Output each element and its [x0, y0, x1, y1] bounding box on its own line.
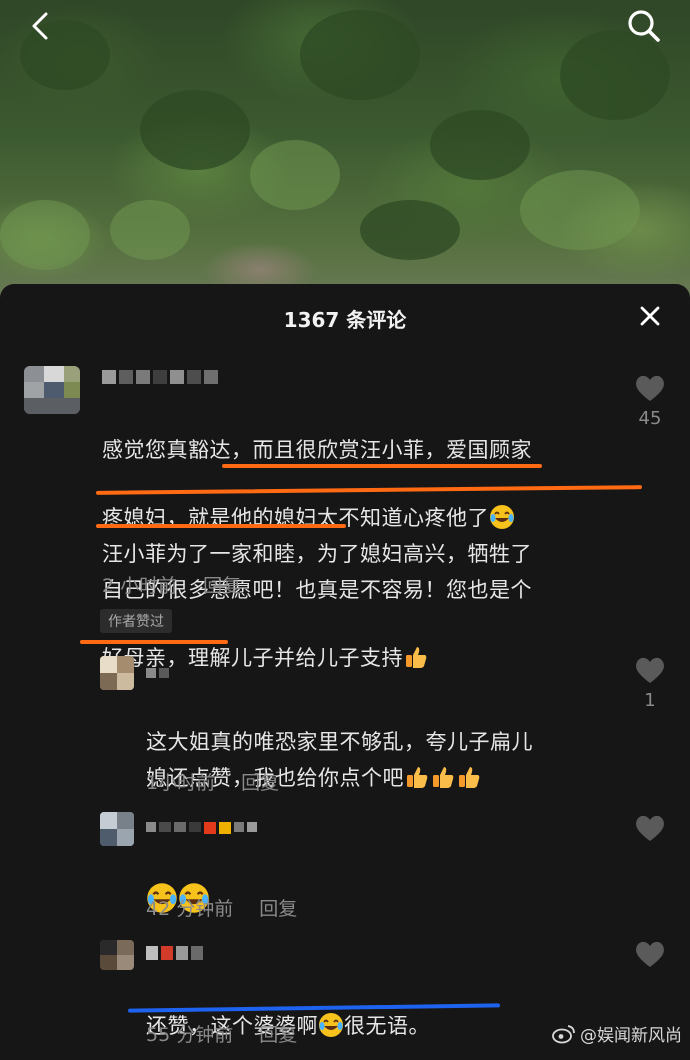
- search-icon: [628, 10, 660, 42]
- avatar[interactable]: [100, 940, 134, 970]
- username-blurred[interactable]: [146, 668, 169, 686]
- heart-icon: [636, 375, 664, 401]
- close-button[interactable]: [636, 302, 664, 330]
- comment-text-part-2: 汪小菲为了一家和睦，为了媳妇高兴，牺牲了 自己的很多意愿吧！也真是不容易！您也是…: [102, 542, 532, 670]
- comment-time: 42 分钟前: [146, 898, 234, 920]
- reply-button[interactable]: 回复: [259, 1024, 297, 1046]
- background-photo: [0, 0, 690, 300]
- back-button[interactable]: [20, 6, 60, 46]
- like-button[interactable]: [630, 814, 670, 846]
- heart-icon: [636, 941, 664, 967]
- heart-icon: [636, 657, 664, 683]
- avatar[interactable]: [100, 656, 134, 690]
- close-icon: [640, 306, 660, 326]
- like-count: 45: [638, 408, 662, 429]
- username-blurred[interactable]: [102, 370, 218, 388]
- comment-time: 1小时前: [146, 772, 216, 794]
- username-blurred[interactable]: [146, 946, 203, 964]
- comments-sheet: 1367 条评论 感觉您真豁达，而且很欣赏汪小菲，爱国顾家 疼媳妇，就是他的媳妇…: [0, 284, 690, 1060]
- avatar[interactable]: [24, 366, 80, 414]
- back-arrow-icon: [32, 12, 48, 40]
- like-count: 1: [644, 690, 656, 711]
- heart-icon: [636, 815, 664, 841]
- highlight-underline: [96, 524, 346, 528]
- like-button[interactable]: 45: [630, 374, 670, 429]
- comment-meta: 42 分钟前 回复: [146, 894, 297, 921]
- author-liked-badge: 作者赞过: [100, 609, 172, 633]
- watermark: @娱闻新风尚: [552, 1021, 682, 1046]
- thumbs-up-icon: [404, 764, 430, 790]
- laughing-crying-emoji-icon: [318, 1012, 344, 1038]
- username-blurred[interactable]: [146, 822, 257, 840]
- like-button[interactable]: 1: [630, 656, 670, 711]
- reply-button[interactable]: 回复: [241, 772, 279, 794]
- like-button[interactable]: [630, 940, 670, 972]
- reply-button[interactable]: 回复: [203, 575, 241, 597]
- highlight-underline: [80, 640, 228, 644]
- thumbs-up-icon: [403, 608, 429, 668]
- weibo-logo-icon: [552, 1024, 575, 1043]
- reply-button[interactable]: 回复: [259, 898, 297, 920]
- thumbs-up-icon: [456, 764, 482, 790]
- avatar[interactable]: [100, 812, 134, 846]
- comment-text-part-1: 感觉您真豁达，而且很欣赏汪小菲，爱国顾家 疼媳妇，就是他的媳妇太不知道心疼他了: [102, 438, 532, 530]
- comment-text-tail: 很无语。: [344, 1014, 430, 1038]
- search-button[interactable]: [624, 6, 664, 46]
- comment-meta: 2 小时前 回复: [102, 571, 241, 598]
- comment-time: 55 分钟前: [146, 1024, 234, 1046]
- comment-meta: 1小时前 回复: [146, 768, 279, 795]
- highlight-underline: [222, 464, 542, 468]
- comment-time: 2 小时前: [102, 575, 178, 597]
- comment-meta: 55 分钟前 回复: [146, 1020, 297, 1047]
- comment-text: 感觉您真豁达，而且很欣赏汪小菲，爱国顾家 疼媳妇，就是他的媳妇太不知道心疼他了 …: [102, 396, 622, 676]
- watermark-text: @娱闻新风尚: [580, 1026, 682, 1046]
- thumbs-up-icon: [430, 764, 456, 790]
- comments-count-title: 1367 条评论: [283, 308, 407, 332]
